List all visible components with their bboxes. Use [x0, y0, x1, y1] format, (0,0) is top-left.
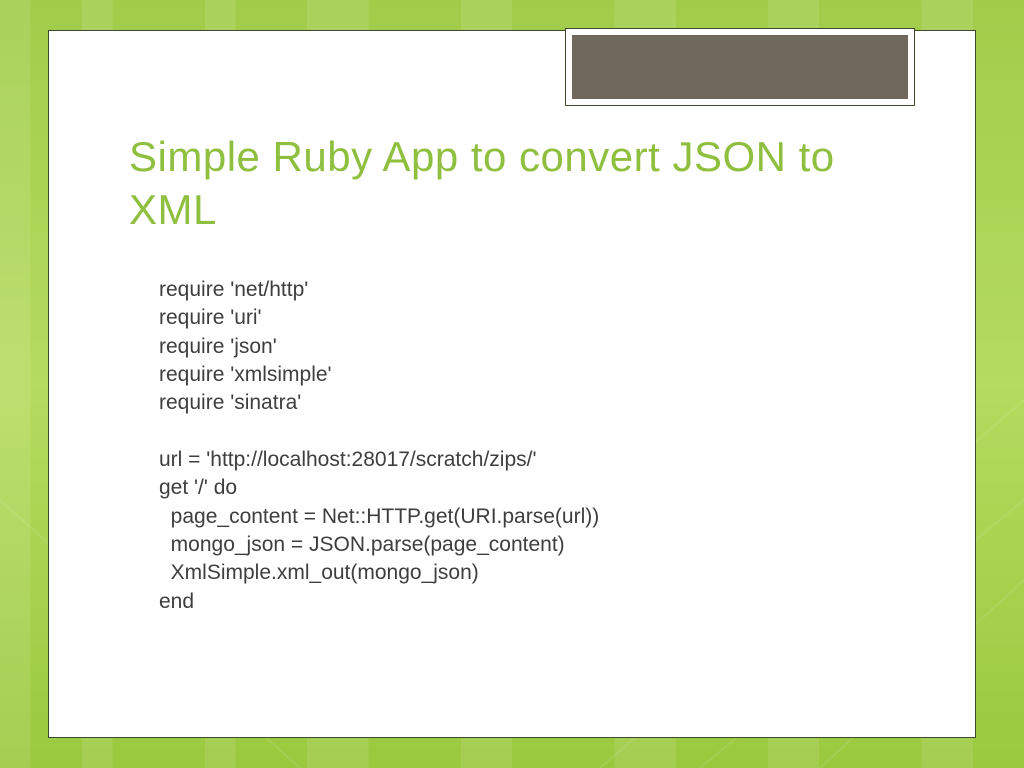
- code-line: XmlSimple.xml_out(mongo_json): [159, 561, 479, 584]
- code-line: require 'net/http': [159, 278, 308, 301]
- code-line: require 'sinatra': [159, 391, 301, 414]
- slide-panel: Simple Ruby App to convert JSON to XML r…: [48, 30, 976, 738]
- code-line: mongo_json = JSON.parse(page_content): [159, 533, 565, 556]
- code-line: require 'json': [159, 335, 277, 358]
- code-block: require 'net/http' require 'uri' require…: [159, 276, 899, 616]
- code-line: page_content = Net::HTTP.get(URI.parse(u…: [159, 505, 599, 528]
- code-line: url = 'http://localhost:28017/scratch/zi…: [159, 448, 536, 471]
- code-line: require 'uri': [159, 306, 262, 329]
- code-line: require 'xmlsimple': [159, 363, 332, 386]
- decorative-tab: [565, 28, 915, 106]
- code-line: end: [159, 590, 194, 613]
- code-line: get '/' do: [159, 476, 237, 499]
- decorative-tab-fill: [572, 35, 908, 99]
- slide-title: Simple Ruby App to convert JSON to XML: [129, 131, 899, 236]
